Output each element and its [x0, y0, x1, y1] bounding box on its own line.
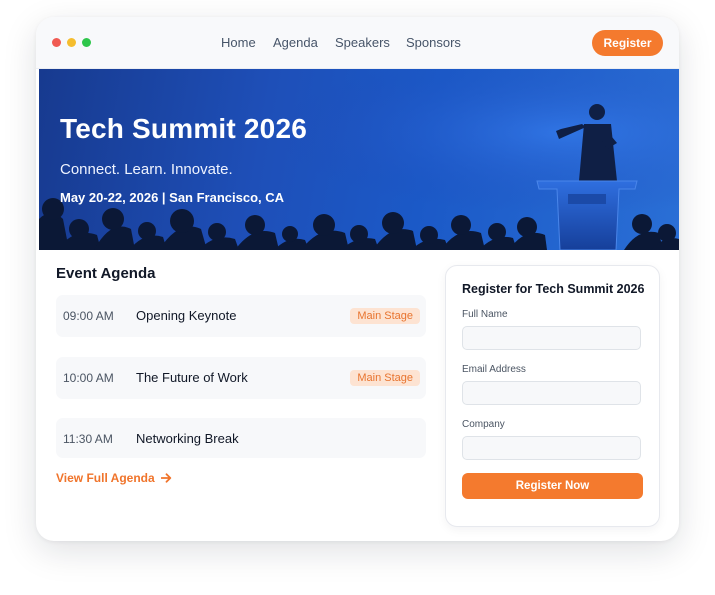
- window-minimize-button[interactable]: [67, 38, 76, 47]
- email-address-label: Email Address: [462, 364, 526, 375]
- view-full-agenda-label: View Full Agenda: [56, 471, 155, 485]
- agenda-item-title: Opening Keynote: [136, 308, 237, 323]
- agenda-item-title: The Future of Work: [136, 370, 248, 385]
- agenda-item[interactable]: 11:30 AM Networking Break: [56, 418, 426, 458]
- agenda-item-title: Networking Break: [136, 431, 239, 446]
- arrow-right-icon: [160, 473, 171, 483]
- hero-date-location: May 20-22, 2026 | San Francisco, CA: [60, 190, 285, 205]
- agenda-heading: Event Agenda: [56, 265, 156, 282]
- window-maximize-button[interactable]: [82, 38, 91, 47]
- nav-item-agenda[interactable]: Agenda: [273, 35, 318, 50]
- stage-badge: Main Stage: [350, 370, 420, 386]
- full-name-input[interactable]: [462, 326, 641, 350]
- agenda-item-time: 09:00 AM: [63, 309, 114, 323]
- register-button[interactable]: Register: [592, 30, 663, 56]
- window-close-button[interactable]: [52, 38, 61, 47]
- view-full-agenda-link[interactable]: View Full Agenda: [56, 471, 172, 485]
- hero-tagline: Connect. Learn. Innovate.: [60, 161, 233, 178]
- agenda-item[interactable]: 09:00 AM Opening Keynote Main Stage: [56, 295, 426, 337]
- nav-item-home[interactable]: Home: [221, 35, 256, 50]
- top-navigation-bar: Home Agenda Speakers Sponsors Register: [36, 17, 679, 69]
- nav-item-speakers[interactable]: Speakers: [335, 35, 390, 50]
- conference-photo: [39, 69, 679, 250]
- hero-title: Tech Summit 2026: [60, 113, 307, 144]
- agenda-item[interactable]: 10:00 AM The Future of Work Main Stage: [56, 357, 426, 399]
- hero-banner: Tech Summit 2026 Connect. Learn. Innovat…: [39, 69, 679, 250]
- company-input[interactable]: [462, 436, 641, 460]
- browser-window: Home Agenda Speakers Sponsors Register T…: [36, 17, 679, 541]
- nav-item-sponsors[interactable]: Sponsors: [406, 35, 461, 50]
- register-now-button[interactable]: Register Now: [462, 473, 643, 499]
- stage-badge: Main Stage: [350, 308, 420, 324]
- agenda-item-time: 10:00 AM: [63, 371, 114, 385]
- company-label: Company: [462, 419, 505, 430]
- agenda-item-time: 11:30 AM: [63, 432, 113, 446]
- registration-form-title: Register for Tech Summit 2026: [462, 282, 645, 296]
- email-address-input[interactable]: [462, 381, 641, 405]
- full-name-label: Full Name: [462, 309, 508, 320]
- registration-form: Register for Tech Summit 2026 Full Name …: [445, 265, 660, 527]
